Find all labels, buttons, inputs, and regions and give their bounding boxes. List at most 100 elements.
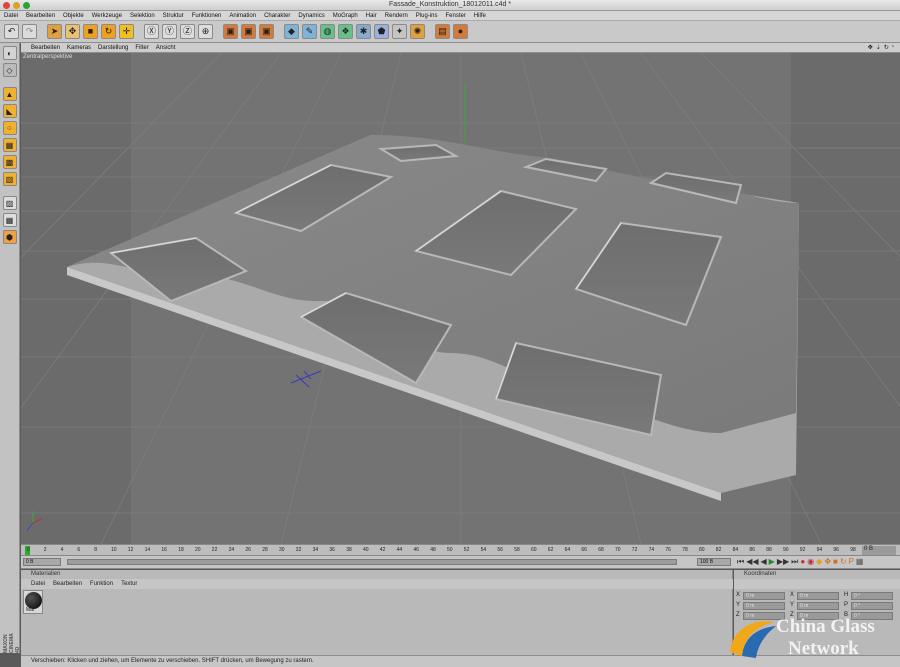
3d-viewport[interactable]: Zentralperspektive <box>21 53 900 544</box>
coordinate-value-field[interactable]: 0 ° <box>851 592 893 600</box>
rotate-tool-icon[interactable]: ↻ <box>101 24 116 39</box>
menu-plugins[interactable]: Plug-ins <box>416 13 438 19</box>
timeline-tick-label: 84 <box>732 547 739 553</box>
zoom-view-icon[interactable]: ⇣ <box>876 44 881 51</box>
material-menu-bearbeiten[interactable]: Bearbeiten <box>53 581 82 587</box>
toolbar-separator <box>137 24 141 39</box>
viewport-menu-bearbeiten[interactable]: Bearbeiten <box>31 45 60 51</box>
environment-icon[interactable]: ⬟ <box>374 24 389 39</box>
edges-mode-icon[interactable]: ▦ <box>2 138 17 152</box>
go-to-end-icon[interactable]: ⏭ <box>791 557 798 567</box>
render-settings-icon[interactable]: ▣ <box>259 24 274 39</box>
param-key-icon[interactable]: P <box>849 557 854 567</box>
prev-key-icon[interactable]: ◀◀ <box>746 557 758 567</box>
material-name: Mat <box>26 607 35 613</box>
main-toolbar: ↶ ↷ ➤ ✥ ■ ↻ ✛ Ⓧ Ⓨ Ⓩ ⊕ ▣ ▣ ▣ ◆ ✎ ◍ ❖ ✱ ⬟ … <box>0 21 900 43</box>
redo-icon[interactable]: ↷ <box>22 24 37 39</box>
menu-datei[interactable]: Datei <box>4 13 18 19</box>
coordinate-value-field[interactable]: 0 m <box>743 592 785 600</box>
menu-charakter[interactable]: Charakter <box>264 13 290 19</box>
watermark-line1: China Glass <box>776 616 875 637</box>
prev-frame-icon[interactable]: ◀ <box>761 557 767 567</box>
material-menu-datei[interactable]: Datei <box>31 581 45 587</box>
timeline-tick-label: 96 <box>833 547 839 553</box>
timeline-ruler[interactable]: 0 2 4 6 8 10 12 14 16 18 20 22 24 26 28 30 32 34 36 38 40 42 4… <box>21 544 900 556</box>
play-icon[interactable]: ▶ <box>769 557 775 567</box>
workplane-icon[interactable]: ▨ <box>2 196 17 210</box>
keyframe-selection-icon[interactable]: ◆ <box>816 557 822 567</box>
render-view-icon[interactable]: ▣ <box>223 24 238 39</box>
menu-werkzeuge[interactable]: Werkzeuge <box>92 13 122 19</box>
timeline-tick-label: 26 <box>245 547 251 553</box>
nurbs-icon[interactable]: ◍ <box>320 24 335 39</box>
pla-key-icon[interactable]: ▦ <box>856 557 864 567</box>
coordinate-value-field[interactable]: 0 m <box>743 602 785 610</box>
snap-icon[interactable]: ▦ <box>2 213 17 227</box>
make-editable-icon[interactable]: ◐ <box>2 46 17 60</box>
light-icon[interactable]: ✺ <box>410 24 425 39</box>
viewport-menu-kameras[interactable]: Kameras <box>67 45 91 51</box>
coordinate-value-field[interactable]: 0 m <box>797 602 839 610</box>
sculpt-icon[interactable]: ⬢ <box>2 230 17 244</box>
material-menu-textur[interactable]: Textur <box>121 581 137 587</box>
points-mode-icon[interactable]: ⁘ <box>2 121 17 135</box>
model-mode-icon[interactable]: ◇ <box>2 63 17 77</box>
move-tool-icon[interactable]: ✥ <box>65 24 80 39</box>
viewport-nav-icons: ✥ ⇣ ↻ ▫ <box>868 44 894 51</box>
go-to-start-icon[interactable]: ⏮ <box>737 557 744 567</box>
polygons-mode-icon[interactable]: ▩ <box>2 155 17 169</box>
y-axis-lock-icon[interactable]: Ⓨ <box>162 24 177 39</box>
menu-funktionen[interactable]: Funktionen <box>192 13 222 19</box>
maximize-view-icon[interactable]: ▫ <box>892 44 894 51</box>
object-axis-mode-icon[interactable]: ▲ <box>2 87 17 101</box>
record-icon[interactable]: ● <box>800 557 805 567</box>
coordinate-value-field[interactable]: 0 m <box>797 592 839 600</box>
coordinate-system-icon[interactable]: ⊕ <box>198 24 213 39</box>
menu-selektion[interactable]: Selektion <box>130 13 155 19</box>
range-slider[interactable] <box>67 559 677 565</box>
material-menu-funktion[interactable]: Funktion <box>90 581 113 587</box>
coordinate-value-field[interactable]: 0 ° <box>851 602 893 610</box>
menu-mograph[interactable]: MoGraph <box>333 13 358 19</box>
render-picture-viewer-icon[interactable]: ▣ <box>241 24 256 39</box>
live-selection-icon[interactable]: ➤ <box>47 24 62 39</box>
cube-primitive-icon[interactable]: ◆ <box>284 24 299 39</box>
undo-icon[interactable]: ↶ <box>4 24 19 39</box>
autokey-icon[interactable]: ◉ <box>807 557 814 567</box>
spline-pen-icon[interactable]: ✎ <box>302 24 317 39</box>
menu-dynamics[interactable]: Dynamics <box>298 13 324 19</box>
menu-struktur[interactable]: Struktur <box>163 13 184 19</box>
start-frame-field[interactable]: 0 B <box>23 558 61 566</box>
menu-rendern[interactable]: Rendern <box>385 13 408 19</box>
rotate-view-icon[interactable]: ↻ <box>884 44 889 51</box>
material-swatch[interactable]: Mat <box>23 590 43 614</box>
menu-bearbeiten[interactable]: Bearbeiten <box>26 13 55 19</box>
viewport-menu-filter[interactable]: Filter <box>135 45 148 51</box>
menu-animation[interactable]: Animation <box>229 13 256 19</box>
timeline-tick-label: 18 <box>178 547 184 553</box>
x-axis-lock-icon[interactable]: Ⓧ <box>144 24 159 39</box>
array-icon[interactable]: ❖ <box>338 24 353 39</box>
menu-hair[interactable]: Hair <box>366 13 377 19</box>
menu-hilfe[interactable]: Hilfe <box>474 13 486 19</box>
viewport-scene[interactable] <box>21 53 900 544</box>
z-axis-lock-icon[interactable]: Ⓩ <box>180 24 195 39</box>
recent-tool-icon[interactable]: ✛ <box>119 24 134 39</box>
viewport-menu-ansicht[interactable]: Ansicht <box>156 45 176 51</box>
scale-tool-icon[interactable]: ■ <box>83 24 98 39</box>
move-view-icon[interactable]: ✥ <box>868 44 873 51</box>
end-frame-field[interactable]: 100 B <box>697 558 731 566</box>
camera-icon[interactable]: ✦ <box>392 24 407 39</box>
position-key-icon[interactable]: ✥ <box>824 557 831 567</box>
viewport-menu-darstellung[interactable]: Darstellung <box>98 45 128 51</box>
rotation-key-icon[interactable]: ↻ <box>840 557 847 567</box>
next-frame-icon[interactable]: ▶▶ <box>777 557 789 567</box>
menu-fenster[interactable]: Fenster <box>445 13 465 19</box>
uv-mode-icon[interactable]: ▧ <box>2 172 17 186</box>
deformer-icon[interactable]: ✱ <box>356 24 371 39</box>
scene-objects-icon[interactable]: ▤ <box>435 24 450 39</box>
menu-objekte[interactable]: Objekte <box>63 13 84 19</box>
display-mode-icon[interactable]: ● <box>453 24 468 39</box>
scale-key-icon[interactable]: ■ <box>833 557 838 567</box>
texture-mode-icon[interactable]: ◣ <box>2 104 17 118</box>
